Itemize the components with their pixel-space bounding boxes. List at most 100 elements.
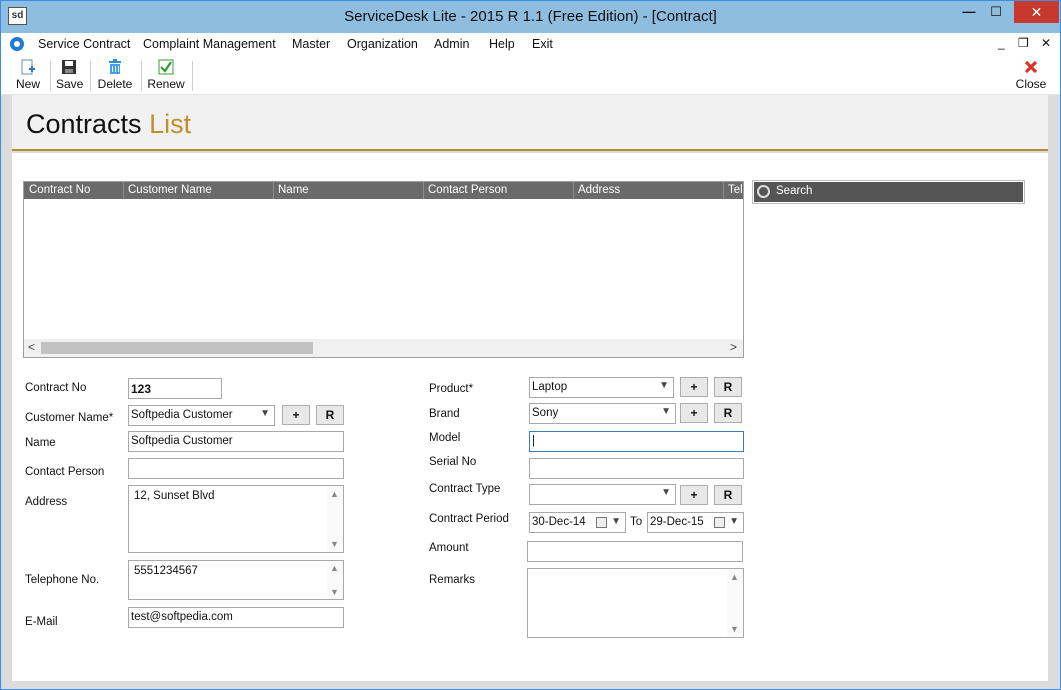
scroll-left-icon[interactable]: <	[28, 340, 35, 354]
chevron-down-icon: ▼	[661, 487, 671, 498]
horizontal-scrollbar[interactable]: < >	[24, 339, 743, 357]
save-button-label: Save	[56, 77, 84, 91]
menu-help[interactable]: Help	[489, 37, 515, 51]
menu-complaint-management[interactable]: Complaint Management	[143, 37, 276, 51]
delete-button[interactable]: Delete	[97, 59, 133, 91]
contract-no-input[interactable]: 123	[128, 378, 222, 399]
close-button-label: Close	[1015, 77, 1047, 91]
column-divider[interactable]	[423, 182, 424, 199]
amount-label: Amount	[429, 542, 469, 554]
search-box[interactable]: Search	[754, 182, 1023, 202]
brand-select[interactable]: Sony ▼	[529, 403, 676, 424]
col-address[interactable]: Address	[578, 184, 620, 196]
product-label: Product*	[429, 383, 474, 395]
col-contract-no[interactable]: Contract No	[29, 184, 90, 196]
add-contract-type-button[interactable]: +	[680, 485, 708, 505]
customer-name-value: Softpedia Customer	[131, 409, 233, 421]
telephone-value: 5551234567	[134, 565, 198, 577]
period-to-value: 29-Dec-15	[650, 516, 704, 528]
new-document-icon	[21, 59, 35, 75]
add-customer-button[interactable]: +	[282, 405, 310, 425]
to-label: To	[630, 516, 643, 528]
contract-type-label: Contract Type	[429, 483, 501, 495]
address-value: 12, Sunset Blvd	[134, 490, 215, 502]
remarks-textarea[interactable]: ▲ ▼	[527, 568, 744, 638]
search-panel[interactable]: Search	[752, 180, 1025, 204]
add-brand-button[interactable]: +	[680, 403, 708, 423]
save-icon	[62, 60, 76, 74]
vertical-scrollbar[interactable]: ▲ ▼	[327, 486, 343, 552]
refresh-brand-button[interactable]: R	[714, 403, 742, 423]
add-product-button[interactable]: +	[680, 377, 708, 397]
page-title-main: Contracts	[26, 109, 142, 139]
renew-button-label: Renew	[147, 77, 185, 91]
amount-input[interactable]	[527, 541, 743, 562]
column-divider[interactable]	[723, 182, 724, 199]
refresh-product-button[interactable]: R	[714, 377, 742, 397]
address-textarea[interactable]: 12, Sunset Blvd ▲ ▼	[128, 485, 344, 553]
search-label: Search	[776, 185, 813, 197]
new-button[interactable]: New	[15, 59, 41, 91]
scrollbar-thumb[interactable]	[41, 342, 313, 354]
col-telephone[interactable]: Tel	[728, 184, 743, 196]
minimize-icon[interactable]: —	[956, 1, 982, 23]
column-divider[interactable]	[123, 182, 124, 199]
menu-master[interactable]: Master	[292, 37, 330, 51]
search-icon	[757, 185, 770, 198]
period-to-date[interactable]: 29-Dec-15 ▼	[647, 512, 744, 533]
window-close-icon[interactable]: ✕	[1014, 1, 1059, 23]
serial-no-input[interactable]	[529, 458, 744, 479]
brand-label: Brand	[429, 408, 460, 420]
telephone-textarea[interactable]: 5551234567 ▲ ▼	[128, 560, 344, 600]
product-value: Laptop	[532, 381, 568, 393]
mdi-restore-icon[interactable]: ❐	[1018, 36, 1029, 50]
customer-name-select[interactable]: Softpedia Customer ▼	[128, 405, 275, 426]
app-logo-icon[interactable]	[10, 37, 24, 51]
period-from-date[interactable]: 30-Dec-14 ▼	[529, 512, 626, 533]
column-divider[interactable]	[273, 182, 274, 199]
renew-button[interactable]: Renew	[147, 59, 185, 91]
menu-exit[interactable]: Exit	[532, 37, 553, 51]
name-input[interactable]: Softpedia Customer	[128, 431, 344, 452]
window-title: ServiceDesk Lite - 2015 R 1.1 (Free Edit…	[344, 8, 717, 25]
scroll-right-icon[interactable]: >	[730, 340, 737, 354]
contracts-grid[interactable]: Contract No Customer Name Name Contact P…	[23, 181, 744, 358]
content-area: Contract No Customer Name Name Contact P…	[12, 153, 1048, 681]
calendar-icon[interactable]	[714, 517, 725, 528]
name-label: Name	[25, 437, 56, 449]
menu-organization[interactable]: Organization	[347, 37, 418, 51]
save-button[interactable]: Save	[56, 59, 84, 91]
vertical-scrollbar[interactable]: ▲ ▼	[327, 561, 343, 599]
page-title: Contracts List	[26, 109, 191, 140]
trash-icon	[109, 59, 121, 74]
col-contact-person[interactable]: Contact Person	[428, 184, 507, 196]
contact-person-label: Contact Person	[25, 466, 105, 478]
calendar-icon[interactable]	[596, 517, 607, 528]
chevron-down-icon[interactable]: ▼	[729, 516, 739, 527]
col-customer-name[interactable]: Customer Name	[128, 184, 212, 196]
menu-admin[interactable]: Admin	[434, 37, 469, 51]
close-button[interactable]: Close	[1014, 59, 1048, 91]
maximize-icon[interactable]: ☐	[983, 1, 1009, 23]
toolbar-separator	[90, 61, 91, 91]
column-divider[interactable]	[573, 182, 574, 199]
serial-no-label: Serial No	[429, 456, 477, 468]
refresh-contract-type-button[interactable]: R	[714, 485, 742, 505]
contract-no-label: Contract No	[25, 382, 87, 394]
contact-person-input[interactable]	[128, 458, 344, 479]
period-from-value: 30-Dec-14	[532, 516, 586, 528]
mdi-minimize-icon[interactable]: _	[998, 36, 1005, 50]
refresh-customer-button[interactable]: R	[316, 405, 344, 425]
model-input[interactable]: |	[529, 431, 744, 452]
email-input[interactable]: test@softpedia.com	[128, 607, 344, 628]
product-select[interactable]: Laptop ▼	[529, 377, 674, 398]
contract-type-select[interactable]: ▼	[529, 484, 676, 505]
vertical-scrollbar[interactable]: ▲ ▼	[727, 569, 743, 637]
close-x-icon	[1024, 60, 1038, 74]
menu-service-contract[interactable]: Service Contract	[38, 37, 130, 51]
chevron-down-icon[interactable]: ▼	[611, 516, 621, 527]
chevron-down-icon: ▼	[260, 408, 270, 419]
mdi-close-icon[interactable]: ✕	[1041, 36, 1051, 50]
col-name[interactable]: Name	[278, 184, 309, 196]
grid-header: Contract No Customer Name Name Contact P…	[24, 182, 743, 199]
